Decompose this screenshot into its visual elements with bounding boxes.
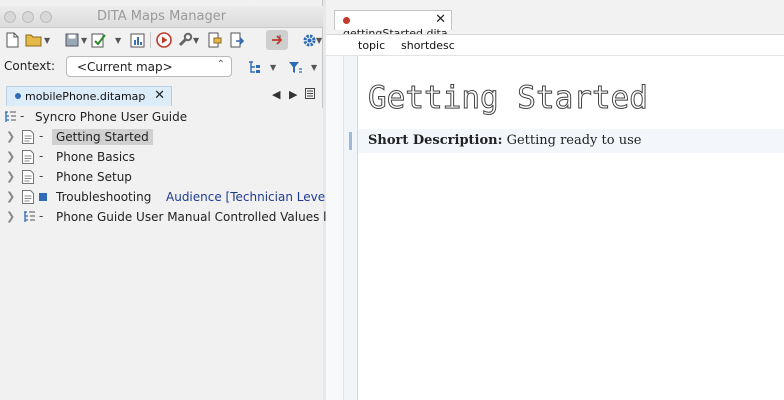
map-report-icon[interactable] [128,31,146,49]
tree-dash: - [20,109,25,123]
sort-dropdown-icon[interactable]: ▼ [270,63,276,72]
breadcrumb: topic shortdesc [326,34,784,56]
tree-item-phone-setup[interactable]: ❯ - Phone Setup [0,168,323,188]
open-dropdown-icon[interactable]: ▼ [44,36,50,45]
open-folder-icon[interactable] [24,31,42,49]
app-window: DITA Maps Manager ▼ ▼ ▼ ▼ ▼ Context: <Cu… [0,0,784,400]
context-select[interactable]: <Current map> ⌃ [66,56,232,77]
dita-maps-manager-panel: DITA Maps Manager ▼ ▼ ▼ ▼ ▼ Context: <Cu… [0,0,341,400]
new-file-icon[interactable] [4,31,20,49]
tree-dash: - [39,129,44,143]
save-dropdown-icon[interactable]: ▼ [81,36,87,45]
short-description-text: Getting ready to use [506,133,642,148]
topic-file-icon [22,190,34,207]
map-tab-dot-icon [15,93,21,99]
editor-gutter [326,56,344,400]
close-tab-icon[interactable]: ✕ [435,12,446,27]
insert-reference-icon[interactable] [206,31,224,49]
filter-icon[interactable] [286,58,304,76]
tree-dash: - [39,149,44,163]
tree-dash: - [39,169,44,183]
tab-mobilephone-ditamap[interactable]: mobilePhone.ditamap ✕ [6,86,172,106]
close-tab-icon[interactable]: ✕ [154,88,165,103]
expand-chevron-icon[interactable]: ❯ [6,130,15,143]
context-label: Context: [4,59,56,73]
export-map-icon[interactable] [228,31,246,49]
breadcrumb-topic[interactable]: topic [358,39,385,52]
short-description-label: Short Description: [368,133,503,148]
current-element-marker [349,132,352,150]
short-description[interactable]: Short Description: Getting ready to use [368,133,641,148]
tab-gettingstarted-dita[interactable]: gettingStarted.dita ✕ [334,10,452,40]
tree-root-row[interactable]: - Syncro Phone User Guide [0,108,323,128]
window-title: DITA Maps Manager [96,9,227,24]
tree-item-getting-started[interactable]: ❯ - Getting Started [0,128,323,148]
filter-dropdown-icon[interactable]: ▼ [311,63,317,72]
tree-root-label: Syncro Phone User Guide [35,110,188,124]
breadcrumb-shortdesc[interactable]: shortdesc [401,39,455,52]
transformation-dropdown-icon[interactable]: ▼ [193,36,199,45]
save-icon[interactable] [64,31,80,49]
toolbar: ▼ ▼ ▼ ▼ ▼ [0,28,323,52]
sort-tree-icon[interactable] [245,58,263,76]
document-area[interactable]: Getting Started Short Description: Getti… [349,56,784,400]
map-tree: - Syncro Phone User Guide ❯ - Getting St… [0,108,341,400]
tree-item-troubleshooting[interactable]: ❯ Troubleshooting Audience [Technician L… [0,188,333,208]
submap-icon [22,210,36,227]
minimize-window-button[interactable] [22,11,34,23]
expand-chevron-icon[interactable]: ❯ [6,190,15,203]
topic-file-icon [22,150,34,167]
tree-dash: - [39,209,44,223]
tree-item-label: Getting Started [52,129,153,145]
topic-file-icon [22,170,34,187]
zoom-window-button[interactable] [40,11,52,23]
previous-tab-icon[interactable]: ◀ [272,88,280,101]
context-row: Context: <Current map> ⌃ ▼ ▼ [0,55,323,79]
modified-dot-icon [343,17,350,24]
select-chevron-icon: ⌃ [216,59,225,70]
tree-item-label: Phone Basics [56,150,136,164]
close-window-button[interactable] [4,11,16,23]
validate-icon[interactable] [90,31,108,49]
tree-item-label: Phone Guide User Manual Controlled Value… [56,210,341,224]
expand-chevron-icon[interactable]: ❯ [6,150,15,163]
map-root-icon [3,110,17,127]
tree-item-phone-basics[interactable]: ❯ - Phone Basics [0,148,323,168]
context-select-value: <Current map> [77,60,173,74]
link-with-editor-icon[interactable] [266,30,288,50]
configure-transformation-icon[interactable] [176,31,194,49]
audience-annotation: Audience [Technician Level] [166,190,334,204]
editor-panel: gettingStarted.dita ✕ topic shortdesc Ge… [326,0,784,400]
audience-marker-icon [39,193,47,201]
tab-list-icon[interactable] [305,88,315,102]
run-transformation-icon[interactable] [155,31,173,49]
topic-file-icon [22,130,34,147]
tree-item-label: Phone Setup [56,170,132,184]
toolbar-separator [150,32,151,48]
map-tab-label: mobilePhone.ditamap [25,90,146,103]
title-bar: DITA Maps Manager [0,6,323,28]
tree-item-label: Troubleshooting [56,190,152,204]
map-tab-strip: mobilePhone.ditamap ✕ ◀ ▶ [0,86,323,108]
validate-dropdown-icon[interactable]: ▼ [115,36,121,45]
topic-title[interactable]: Getting Started [368,80,649,117]
tree-item-controlled-values[interactable]: ❯ - Phone Guide User Manual Controlled V… [0,208,341,228]
expand-chevron-icon[interactable]: ❯ [6,170,15,183]
editor-structure-gutter [344,56,358,400]
expand-chevron-icon[interactable]: ❯ [6,210,15,223]
next-tab-icon[interactable]: ▶ [289,88,297,101]
settings-dropdown-icon[interactable]: ▼ [316,36,322,45]
